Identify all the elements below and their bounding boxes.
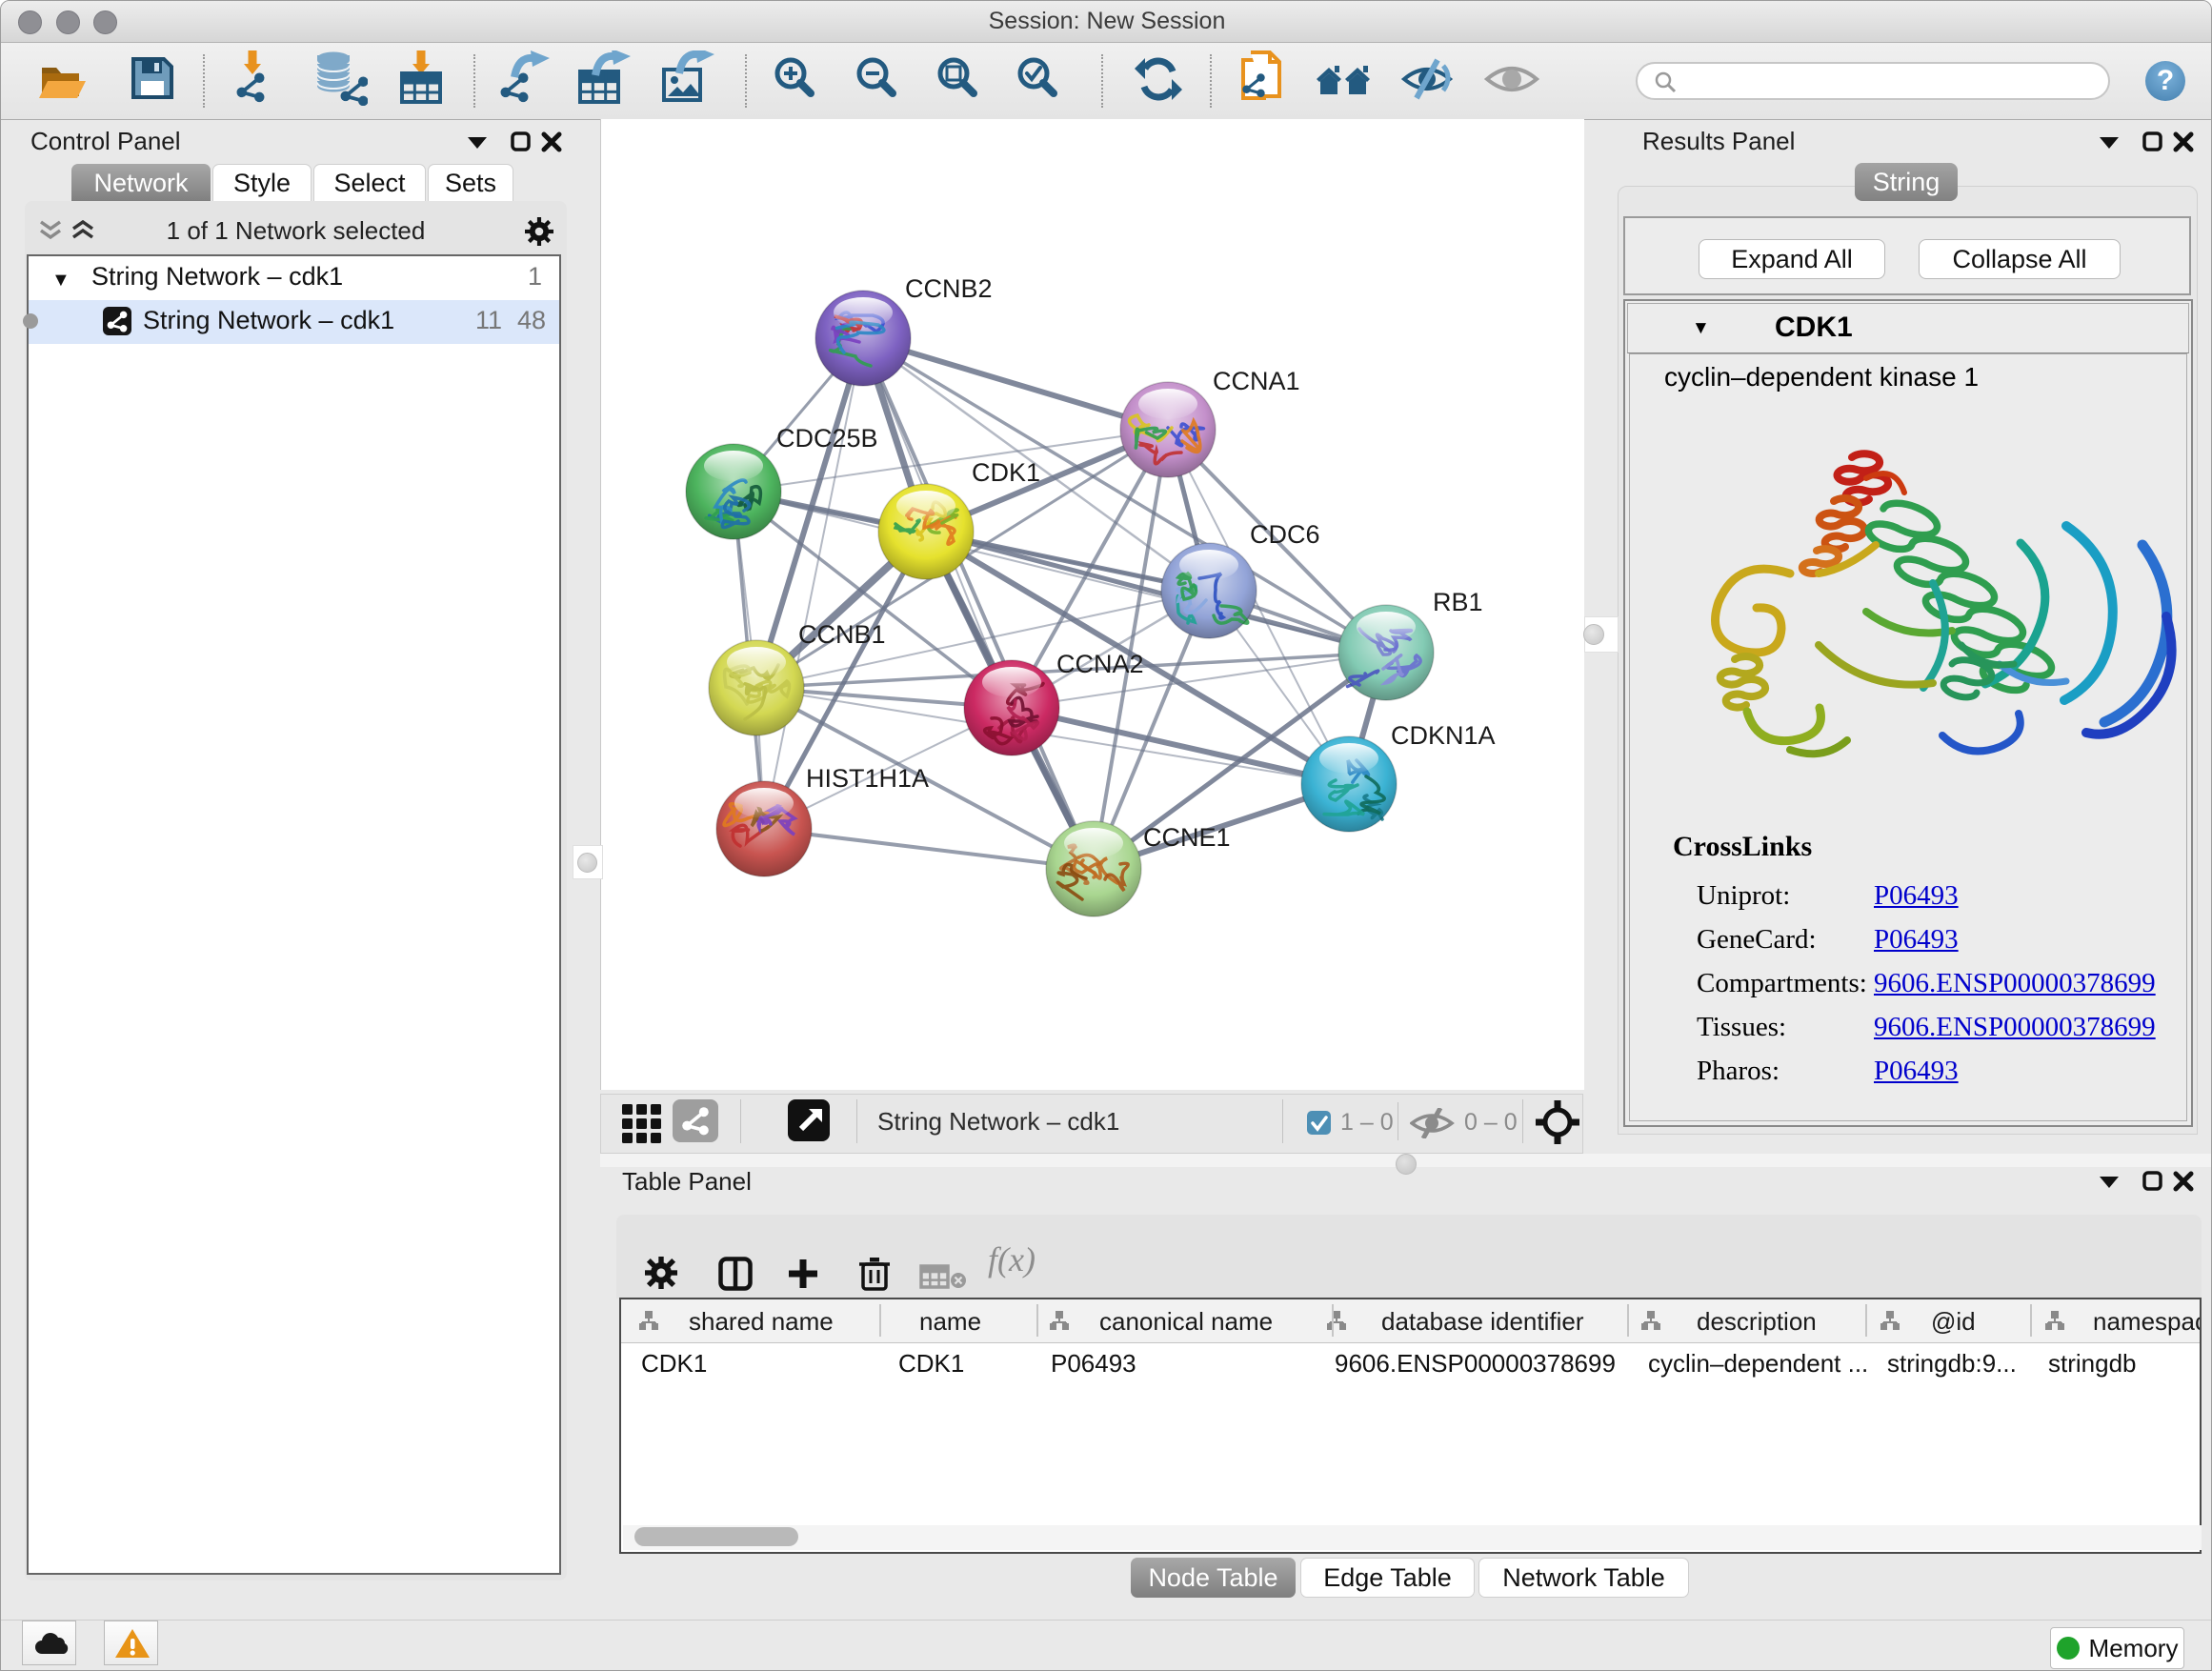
svg-text:CCNB1: CCNB1 xyxy=(798,620,886,649)
svg-text:CCNE1: CCNE1 xyxy=(1143,823,1231,852)
svg-text:CDC25B: CDC25B xyxy=(776,424,878,453)
svg-text:CDK1: CDK1 xyxy=(972,458,1040,487)
svg-text:CCNA2: CCNA2 xyxy=(1056,650,1144,678)
svg-text:CCNA1: CCNA1 xyxy=(1213,367,1300,395)
svg-text:CDKN1A: CDKN1A xyxy=(1391,721,1496,750)
svg-text:CCNB2: CCNB2 xyxy=(905,274,993,303)
svg-text:RB1: RB1 xyxy=(1433,588,1483,616)
svg-text:CDC6: CDC6 xyxy=(1250,520,1320,549)
svg-text:HIST1H1A: HIST1H1A xyxy=(806,764,929,793)
